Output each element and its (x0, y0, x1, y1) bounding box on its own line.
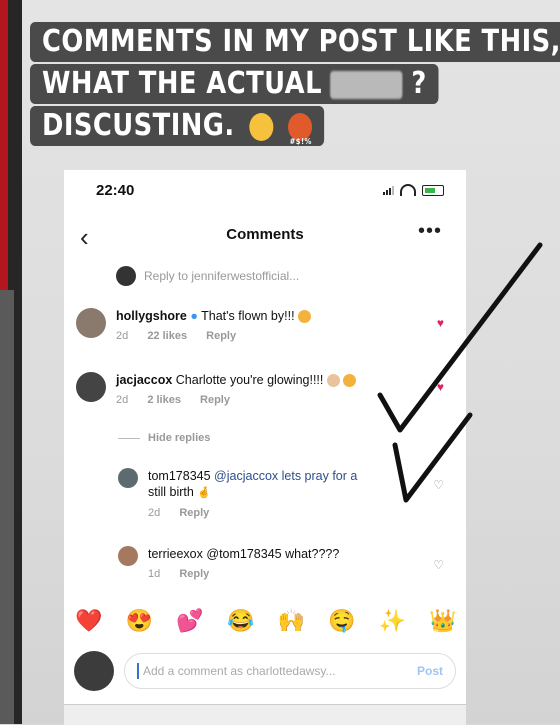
status-icons (383, 184, 444, 196)
reply-text: @tom178345 what???? (206, 547, 340, 561)
more-options-icon[interactable]: ••• (418, 220, 442, 243)
comment-text: That's flown by!!! (201, 309, 295, 323)
battery-icon (422, 184, 444, 196)
reply-text: @jacjaccox lets pray for a (214, 469, 358, 483)
wifi-icon (400, 184, 416, 196)
post-button[interactable]: Post (417, 664, 443, 678)
text-caret (137, 663, 139, 679)
page-title: Comments (226, 226, 304, 243)
heart-eyes-emoji-icon (343, 374, 357, 388)
reply-username[interactable]: tom178345 (148, 469, 211, 483)
left-edge-red (0, 0, 8, 290)
comment-time: 2d (116, 394, 129, 406)
comment-item: hollygshore ● That's flown by!!! 2d 22 l… (76, 308, 450, 342)
reply-item: terrieexox @tom178345 what???? 1d Reply … (118, 546, 450, 580)
reply-button[interactable]: Reply (179, 507, 209, 519)
reply-text-continued: still birth (148, 485, 194, 499)
reply-time: 2d (148, 507, 161, 519)
verified-badge-icon: ● (190, 309, 198, 323)
like-heart-icon[interactable]: ♥ (437, 380, 444, 394)
comment-input-placeholder: Add a comment as charlottedawsy... (143, 664, 336, 678)
emoji-crown-icon[interactable]: 👑 (428, 608, 458, 634)
emoji-quick-bar: ❤️ 😍 💕 😂 🙌 🤤 ✨ 👑 (74, 608, 458, 634)
comment-composer: Add a comment as charlottedawsy... Post (74, 648, 456, 694)
avatar[interactable] (76, 308, 106, 338)
reply-item: tom178345 @jacjaccox lets pray for a sti… (118, 468, 450, 519)
emoji-laughing-icon[interactable]: 😂 (226, 608, 256, 634)
crying-face-icon (249, 112, 274, 141)
comment-likes[interactable]: 2 likes (147, 394, 181, 406)
caption-line-2: WHAT THE ACTUAL? (30, 64, 439, 104)
reply-button[interactable]: Reply (179, 568, 209, 580)
emoji-heart-icon[interactable]: ❤️ (74, 608, 104, 634)
avatar (74, 651, 114, 691)
comment-username[interactable]: hollygshore (116, 309, 187, 323)
caption-line-3: DISCUSTING. (30, 106, 324, 162)
emoji-heart-eyes-icon[interactable]: 😍 (125, 608, 155, 634)
emoji-raised-hands-icon[interactable]: 🙌 (276, 608, 306, 634)
clapping-hands-emoji-icon (326, 374, 340, 388)
emoji-drooling-icon[interactable]: 🤤 (327, 608, 357, 634)
reply-button[interactable]: Reply (200, 394, 230, 406)
caption-line-1: COMMENTS IN MY POST LIKE THIS, (30, 22, 560, 62)
like-heart-outline-icon[interactable]: ♡ (433, 558, 444, 572)
avatar (116, 266, 136, 286)
reply-button[interactable]: Reply (206, 330, 236, 342)
comment-text: Charlotte you're glowing!!!! (175, 373, 324, 387)
comment-likes[interactable]: 22 likes (147, 330, 187, 342)
avatar[interactable] (118, 546, 138, 566)
left-edge-gray (0, 290, 14, 724)
bottom-bar (64, 704, 466, 725)
signal-icon (383, 185, 394, 195)
reply-time: 1d (148, 568, 161, 580)
hide-replies-button[interactable]: Hide replies (118, 432, 210, 444)
avatar[interactable] (76, 372, 106, 402)
reply-username[interactable]: terrieexox (148, 547, 203, 561)
reply-to-text: Reply to jenniferwestofficial... (144, 269, 300, 283)
cursing-face-icon (287, 112, 312, 162)
heart-eyes-emoji-icon (298, 310, 312, 324)
comment-username[interactable]: jacjaccox (116, 373, 172, 387)
emoji-two-hearts-icon[interactable]: 💕 (175, 608, 205, 634)
status-time: 22:40 (96, 182, 135, 199)
comment-input[interactable]: Add a comment as charlottedawsy... Post (124, 653, 456, 689)
comment-item: jacjaccox Charlotte you're glowing!!!! 2… (76, 372, 450, 406)
comment-time: 2d (116, 330, 129, 342)
like-heart-icon[interactable]: ♥ (437, 316, 444, 330)
left-edge-strip (0, 0, 22, 724)
comments-screenshot: 22:40 ‹ Comments ••• Reply to jenniferwe… (64, 170, 466, 724)
emoji-sparkles-icon[interactable]: ✨ (377, 608, 407, 634)
censored-word (330, 70, 403, 99)
crossed-fingers-emoji-icon: 🤞 (197, 487, 212, 499)
like-heart-outline-icon[interactable]: ♡ (433, 478, 444, 492)
reply-to-bar[interactable]: Reply to jenniferwestofficial... (116, 266, 299, 286)
avatar[interactable] (118, 468, 138, 488)
